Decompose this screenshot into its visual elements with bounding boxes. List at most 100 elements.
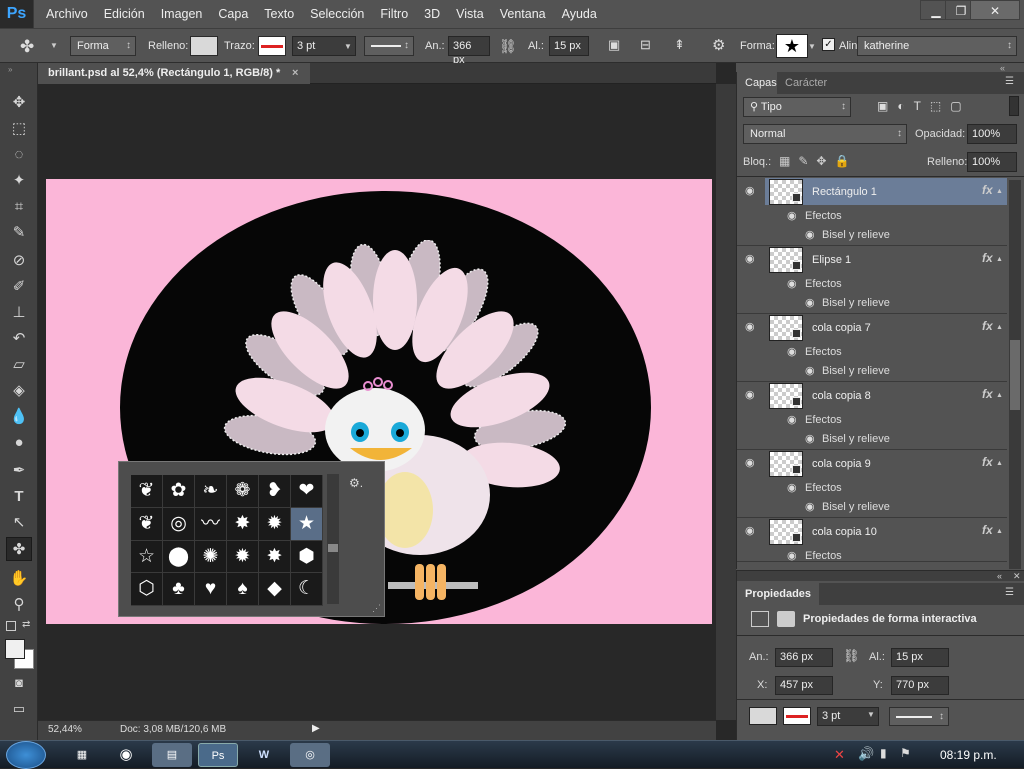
marquee-tool-icon[interactable]: ⬚: [6, 117, 32, 141]
fill-swatch[interactable]: [190, 36, 218, 56]
menu-9[interactable]: Ventana: [492, 0, 554, 28]
layer-row[interactable]: ◉ cola copia 7 fx ▲ ◉ Efectos ◉ Bisel y …: [737, 314, 1007, 382]
shape-preview-star-icon[interactable]: ★: [776, 34, 808, 58]
shape-option[interactable]: ✸: [259, 540, 291, 574]
network-icon[interactable]: ▮: [880, 746, 887, 760]
fx-icon[interactable]: fx: [982, 319, 993, 333]
menu-1[interactable]: Edición: [96, 0, 153, 28]
effect-eye-icon[interactable]: ◉: [805, 364, 815, 377]
fill-input[interactable]: 100%: [967, 152, 1017, 172]
visibility-eye-icon[interactable]: ◉: [745, 184, 755, 197]
resize-grip-icon[interactable]: ⋰: [372, 603, 381, 614]
close-document-icon[interactable]: ×: [292, 63, 298, 84]
link-icon[interactable]: ⛓: [499, 38, 517, 55]
expand-effects-icon[interactable]: ▲: [996, 392, 1003, 399]
chrome-icon[interactable]: ◉: [106, 743, 146, 767]
menu-8[interactable]: Vista: [448, 0, 492, 28]
photoshop-taskbar-icon[interactable]: Ps: [198, 743, 238, 767]
tool-mode-select[interactable]: Forma: [70, 36, 136, 56]
menu-6[interactable]: Filtro: [372, 0, 416, 28]
canvas-scrollbar[interactable]: [716, 84, 736, 720]
expand-effects-icon[interactable]: ▲: [996, 528, 1003, 535]
collapse-properties-icon[interactable]: «: [997, 571, 1002, 581]
stroke-type-select[interactable]: [364, 36, 414, 56]
volume-icon[interactable]: 🔊: [858, 746, 874, 762]
stroke-width-arrow-icon[interactable]: ▼: [344, 42, 352, 51]
effect-eye-icon[interactable]: ◉: [805, 228, 815, 241]
visibility-eye-icon[interactable]: ◉: [745, 456, 755, 469]
menu-3[interactable]: Capa: [210, 0, 256, 28]
mask-properties-icon[interactable]: [777, 611, 795, 627]
custom-shape-tool-icon[interactable]: ✤: [20, 37, 34, 57]
layer-name[interactable]: cola copia 8: [812, 390, 871, 402]
preset-select[interactable]: katherine: [857, 36, 1017, 56]
picker-gear-icon[interactable]: ⚙.: [349, 476, 363, 490]
menu-0[interactable]: Archivo: [38, 0, 96, 28]
layers-scrollbar[interactable]: [1009, 180, 1021, 569]
crop-tool-icon[interactable]: ⌗: [6, 195, 32, 219]
close-properties-icon[interactable]: ✕: [1013, 571, 1021, 582]
props-stroke-swatch[interactable]: [783, 707, 811, 725]
path-selection-tool-icon[interactable]: ↖: [6, 511, 32, 535]
shape-option[interactable]: ❦: [131, 475, 163, 508]
shape-option[interactable]: ⬢: [291, 540, 323, 574]
fx-icon[interactable]: fx: [982, 251, 993, 265]
stroke-swatch[interactable]: [258, 36, 286, 56]
shape-properties-icon[interactable]: [751, 611, 769, 627]
close-window-button[interactable]: ✕: [970, 0, 1020, 20]
properties-menu-icon[interactable]: ☰: [1005, 587, 1014, 598]
swap-colors-icon[interactable]: ⇄: [22, 619, 30, 630]
blur-tool-icon[interactable]: 💧: [6, 405, 32, 429]
magic-wand-tool-icon[interactable]: ✦: [6, 169, 32, 193]
custom-shape-tool-active-icon[interactable]: ✤: [6, 537, 32, 561]
visibility-eye-icon[interactable]: ◉: [745, 252, 755, 265]
document-tab[interactable]: brillant.psd al 52,4% (Rectángulo 1, RGB…: [38, 63, 310, 84]
menu-5[interactable]: Selección: [302, 0, 372, 28]
pen-tool-icon[interactable]: ✒: [6, 459, 32, 483]
shape-option[interactable]: ♥: [195, 573, 227, 606]
tray-app-icon[interactable]: ✕: [834, 747, 845, 763]
path-operations-icon[interactable]: ▣: [608, 37, 620, 53]
fx-icon[interactable]: fx: [982, 183, 993, 197]
expand-effects-icon[interactable]: ▲: [996, 324, 1003, 331]
shape-option[interactable]: ✺: [195, 540, 227, 574]
calculator-icon[interactable]: ▦: [62, 743, 102, 767]
shape-option[interactable]: ◎: [163, 507, 195, 541]
tool-preset-arrow-icon[interactable]: ▼: [50, 41, 58, 50]
effects-eye-icon[interactable]: ◉: [787, 209, 797, 222]
zoom-tool-icon[interactable]: ⚲: [6, 593, 32, 617]
layer-row[interactable]: ◉ cola copia 9 fx ▲ ◉ Efectos ◉ Bisel y …: [737, 450, 1007, 518]
layer-name[interactable]: Rectángulo 1: [812, 186, 877, 198]
visibility-eye-icon[interactable]: ◉: [745, 388, 755, 401]
menu-4[interactable]: Texto: [256, 0, 302, 28]
filter-toggle[interactable]: [1009, 96, 1019, 116]
layer-name[interactable]: Elipse 1: [812, 254, 851, 266]
opacity-input[interactable]: 100%: [967, 124, 1017, 144]
path-alignment-icon[interactable]: ⊟: [640, 37, 651, 53]
layer-name[interactable]: cola copia 10: [812, 526, 877, 538]
shape-option[interactable]: ☾: [291, 573, 323, 606]
path-arrangement-icon[interactable]: ⇞: [674, 37, 685, 53]
media-icon[interactable]: ◎: [290, 743, 330, 767]
healing-brush-tool-icon[interactable]: ⊘: [6, 249, 32, 273]
shape-option[interactable]: ◆: [259, 573, 291, 606]
effect-eye-icon[interactable]: ◉: [805, 500, 815, 513]
shape-option[interactable]: ❧: [195, 475, 227, 508]
shape-option[interactable]: 〰: [195, 507, 227, 541]
eraser-tool-icon[interactable]: ▱: [6, 353, 32, 377]
menu-2[interactable]: Imagen: [153, 0, 211, 28]
foreground-color-swatch[interactable]: [5, 639, 25, 659]
shape-option[interactable]: ✿: [163, 475, 195, 508]
props-fill-swatch[interactable]: [749, 707, 777, 725]
dodge-tool-icon[interactable]: ●: [6, 431, 32, 455]
blend-mode-select[interactable]: Normal: [743, 124, 907, 144]
shape-option[interactable]: ★: [291, 507, 323, 541]
align-edges-checkbox[interactable]: ✓: [822, 38, 835, 51]
picker-scroll-thumb[interactable]: [328, 544, 338, 552]
fx-icon[interactable]: fx: [982, 455, 993, 469]
layers-scroll-thumb[interactable]: [1010, 340, 1020, 410]
collapse-toolbar-icon[interactable]: »: [8, 65, 12, 74]
shape-option[interactable]: ✸: [227, 507, 259, 541]
height-input[interactable]: 15 px: [549, 36, 589, 56]
effects-eye-icon[interactable]: ◉: [787, 481, 797, 494]
